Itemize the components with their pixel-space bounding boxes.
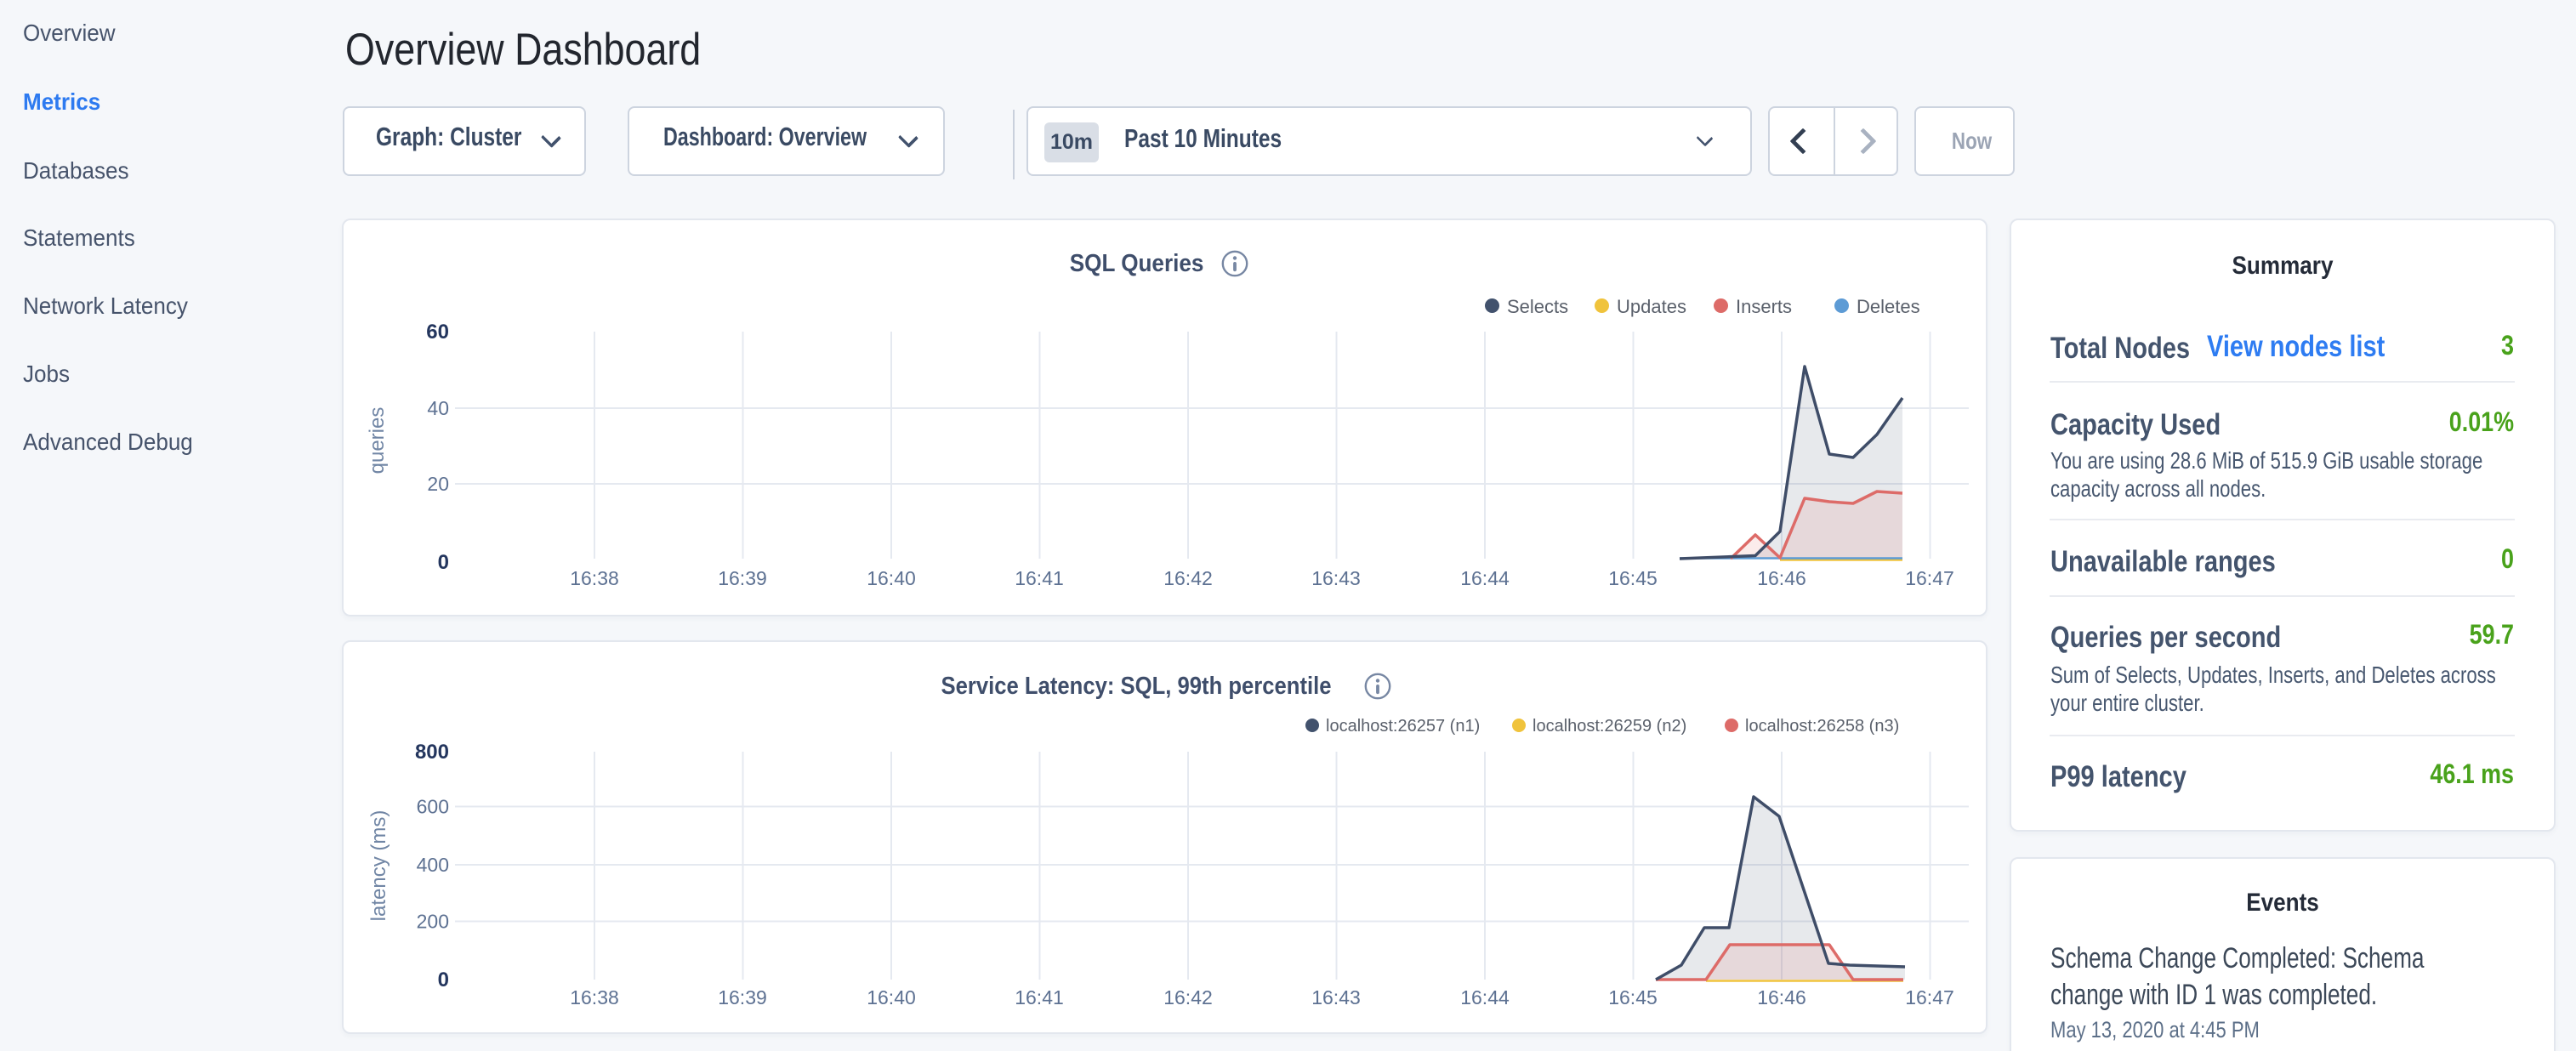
svg-text:40: 40 [427,397,449,419]
svg-text:16:41: 16:41 [1015,567,1064,589]
svg-text:0: 0 [438,551,449,574]
svg-text:16:42: 16:42 [1163,567,1213,589]
svg-text:16:38: 16:38 [570,986,619,1008]
svg-text:16:43: 16:43 [1311,986,1361,1008]
svg-text:16:46: 16:46 [1757,986,1806,1008]
svg-text:16:39: 16:39 [718,986,767,1008]
svg-text:queries: queries [366,407,389,474]
svg-text:16:45: 16:45 [1608,567,1658,589]
svg-text:16:40: 16:40 [867,567,916,589]
svg-text:0: 0 [438,969,449,991]
svg-text:latency (ms): latency (ms) [367,810,390,922]
svg-text:16:40: 16:40 [867,986,916,1008]
svg-text:200: 200 [417,911,449,933]
svg-text:600: 600 [417,796,449,818]
svg-text:16:44: 16:44 [1460,986,1510,1008]
svg-text:16:47: 16:47 [1905,986,1954,1008]
svg-text:16:45: 16:45 [1608,986,1658,1008]
svg-text:16:46: 16:46 [1757,567,1806,589]
svg-text:20: 20 [427,473,449,495]
svg-text:16:44: 16:44 [1460,567,1510,589]
svg-text:16:38: 16:38 [570,567,619,589]
svg-text:400: 400 [417,854,449,876]
svg-text:800: 800 [415,741,449,764]
svg-text:16:42: 16:42 [1163,986,1213,1008]
svg-text:16:39: 16:39 [718,567,767,589]
svg-text:60: 60 [426,321,449,344]
svg-text:16:43: 16:43 [1311,567,1361,589]
svg-text:16:41: 16:41 [1015,986,1064,1008]
svg-text:16:47: 16:47 [1905,567,1954,589]
